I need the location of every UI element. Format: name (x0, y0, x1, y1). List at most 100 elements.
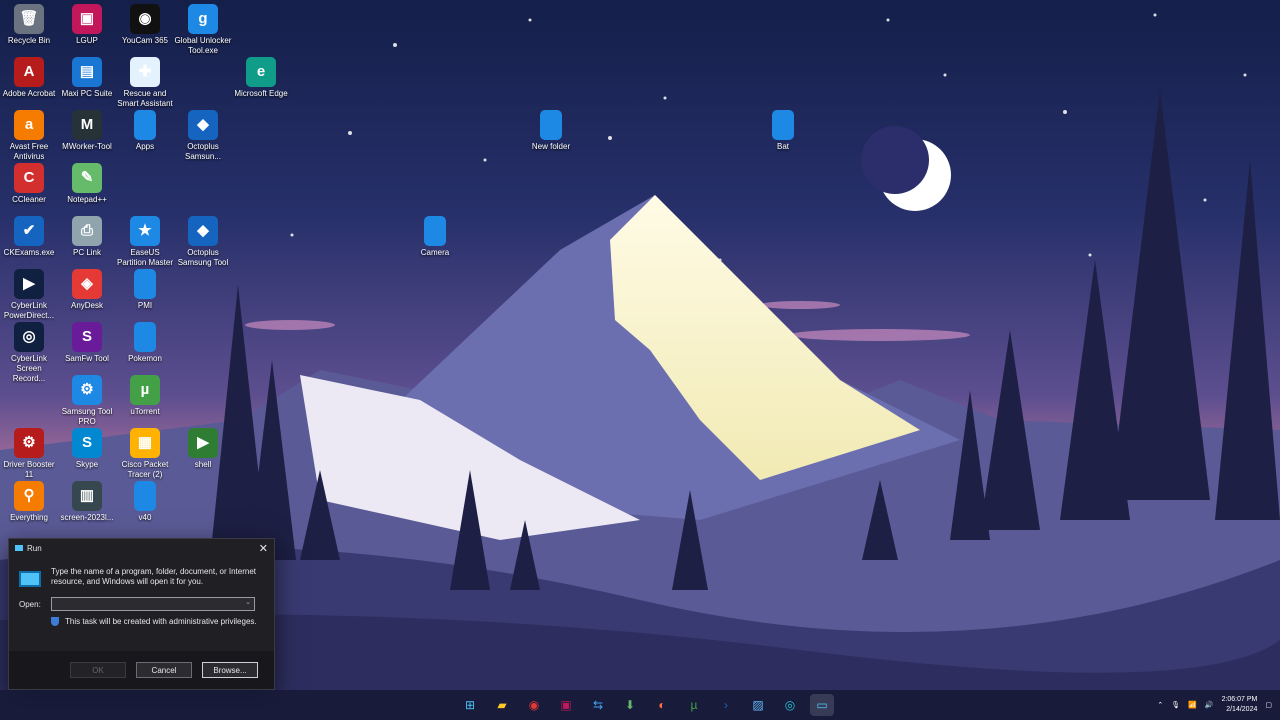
firefox-icon[interactable]: ◐ (650, 694, 674, 716)
system-tray: ⌃ 🎙 📶 🔊 2:06:07 PM 2/14/2024 ▢ (1157, 695, 1272, 715)
desktop-icon[interactable]: S SamFw Tool (58, 322, 116, 364)
everything-icon: ⚲ (14, 481, 44, 511)
desktop-icon[interactable]: A Adobe Acrobat (0, 57, 58, 99)
taskbar-apps: ⊞ ▰ ◉ ▣ ⇆ ⬇ ◐ µ › ▨ ◎ ▭ (458, 694, 834, 716)
volume-icon[interactable]: 🔊 (1205, 701, 1214, 709)
desktop-icon[interactable]: ◈ AnyDesk (58, 269, 116, 311)
desktop-icon[interactable]: µ uTorrent (116, 375, 174, 417)
desktop-icon-label: PC Link (72, 248, 101, 257)
taskbar: ⊞ ▰ ◉ ▣ ⇆ ⬇ ◐ µ › ▨ ◎ ▭ ⌃ 🎙 📶 🔊 2:06:07 PM 2/14/202… (0, 690, 1280, 720)
start-button[interactable]: ⊞ (458, 694, 482, 716)
desktop-icon[interactable]: 🗑 Recycle Bin (0, 4, 58, 46)
notification-icon[interactable]: ▢ (1265, 701, 1272, 709)
adobe-acrobat-icon: A (14, 57, 44, 87)
desktop-icon-label: uTorrent (130, 407, 160, 416)
desktop-icon[interactable]: ▶ CyberLink PowerDirect... (0, 269, 58, 321)
desktop-icon[interactable]: Apps (116, 110, 174, 152)
screen-recorder-taskbar-icon[interactable]: ◎ (778, 694, 802, 716)
folder-icon (540, 110, 562, 140)
desktop-icon-label: Octoplus Samsung Tool (177, 248, 229, 267)
desktop-icon[interactable]: ◆ Octoplus Samsun... (174, 110, 232, 162)
cancel-button[interactable]: Cancel (136, 662, 192, 678)
desktop-icon[interactable]: ✔ CKExams.exe (0, 216, 58, 258)
desktop-icon[interactable]: S Skype (58, 428, 116, 470)
desktop-icon-label: Global Unlocker Tool.exe (174, 36, 232, 55)
desktop-icon[interactable]: ◎ CyberLink Screen Record... (0, 322, 58, 384)
desktop-icon[interactable]: ★ EaseUS Partition Master (116, 216, 174, 268)
packet-tracer-icon: ▦ (130, 428, 160, 458)
desktop-icon[interactable]: ✚ Rescue and Smart Assistant (116, 57, 174, 109)
desktop-icon[interactable]: ▣ LGUP (58, 4, 116, 46)
desktop-icon-label: New folder (531, 142, 571, 151)
shell-icon: ▶ (188, 428, 218, 458)
close-icon[interactable]: ✕ (259, 542, 268, 555)
run-taskbar-icon[interactable]: ▭ (810, 694, 834, 716)
desktop-icon[interactable]: PMI (116, 269, 174, 311)
desktop-icon[interactable]: v40 (116, 481, 174, 523)
pc-link-icon: ⎙ (72, 216, 102, 246)
powerdirector-icon: ▶ (14, 269, 44, 299)
desktop-icon[interactable]: ◆ Octoplus Samsung Tool (174, 216, 232, 268)
wifi-icon[interactable]: 📶 (1188, 701, 1197, 709)
driver-booster-icon: ⚙ (14, 428, 44, 458)
desktop-icon[interactable]: ▤ Maxi PC Suite (58, 57, 116, 99)
run-app-icon (15, 545, 23, 551)
desktop-icon[interactable]: Bat (754, 110, 812, 152)
run-dialog-title: Run (27, 543, 42, 553)
chevron-up-icon[interactable]: ⌃ (1157, 701, 1163, 709)
desktop-icon[interactable]: ◉ YouCam 365 (116, 4, 174, 46)
desktop-icon-label: shell (194, 460, 212, 469)
desktop-icon-label: Recycle Bin (7, 36, 51, 45)
desktop-icon[interactable]: g Global Unlocker Tool.exe (174, 4, 232, 56)
desktop-icon[interactable]: ⚙ Samsung Tool PRO (58, 375, 116, 427)
screenshot-file-icon: ▥ (72, 481, 102, 511)
desktop-icon[interactable]: C CCleaner (0, 163, 58, 205)
desktop-icon[interactable]: ▶ shell (174, 428, 232, 470)
desktop-icon[interactable]: ⚲ Everything (0, 481, 58, 523)
ccleaner-icon: C (14, 163, 44, 193)
desktop-icon-label: Bat (776, 142, 789, 151)
desktop-icon[interactable]: ⚙ Driver Booster 11 (0, 428, 58, 480)
desktop-icon-label: Camera (420, 248, 450, 257)
desktop-icon-label: Maxi PC Suite (61, 89, 113, 98)
powershell-icon[interactable]: › (714, 694, 738, 716)
open-input[interactable] (52, 598, 248, 610)
desktop-icon[interactable]: Pokemon (116, 322, 174, 364)
desktop-icon-label: LGUP (76, 36, 98, 45)
desktop-icon[interactable]: M MWorker-Tool (58, 110, 116, 152)
desktop-icon-label: Notepad++ (67, 195, 107, 204)
desktop-icon[interactable]: ⎙ PC Link (58, 216, 116, 258)
clock[interactable]: 2:06:07 PM 2/14/2024 (1222, 695, 1258, 715)
desktop-icon[interactable]: ▥ screen-2023l... (58, 481, 116, 523)
desktop-icon[interactable]: ✎ Notepad++ (58, 163, 116, 205)
download-app-icon[interactable]: ⬇ (618, 694, 642, 716)
lgup-taskbar-icon[interactable]: ▣ (554, 694, 578, 716)
ok-button[interactable]: OK (70, 662, 126, 678)
browse-button[interactable]: Browse... (202, 662, 258, 678)
microphone-icon[interactable]: 🎙 (1171, 701, 1180, 709)
desktop-icon[interactable]: Camera (406, 216, 464, 258)
desktop-icon[interactable]: e Microsoft Edge (232, 57, 290, 99)
desktop-icon-label: Everything (10, 513, 48, 522)
photos-icon[interactable]: ▨ (746, 694, 770, 716)
open-combobox[interactable]: ⌄ (51, 597, 255, 611)
maxi-pc-suite-icon: ▤ (72, 57, 102, 87)
run-description: Type the name of a program, folder, docu… (51, 567, 257, 586)
desktop-icon-label: Driver Booster 11 (3, 460, 55, 479)
desktop-icon-label: v40 (138, 513, 152, 522)
youcam-icon: ◉ (130, 4, 160, 34)
chevron-down-icon[interactable]: ⌄ (245, 598, 251, 606)
run-dialog-footer: OK Cancel Browse... (9, 651, 274, 689)
avast-icon: a (14, 110, 44, 140)
desktop-icon-label: Samsung Tool PRO (61, 407, 113, 426)
run-title-bar[interactable]: Run ✕ (9, 539, 274, 557)
skype-icon: S (72, 428, 102, 458)
desktop-icon[interactable]: a Avast Free Antivirus (0, 110, 58, 162)
file-explorer-icon[interactable]: ▰ (490, 694, 514, 716)
desktop-icon[interactable]: New folder (522, 110, 580, 152)
notepad-plus-icon: ✎ (72, 163, 102, 193)
chrome-icon[interactable]: ◉ (522, 694, 546, 716)
remote-app-icon[interactable]: ⇆ (586, 694, 610, 716)
desktop-icon[interactable]: ▦ Cisco Packet Tracer (2) (116, 428, 174, 480)
utorrent-taskbar-icon[interactable]: µ (682, 694, 706, 716)
